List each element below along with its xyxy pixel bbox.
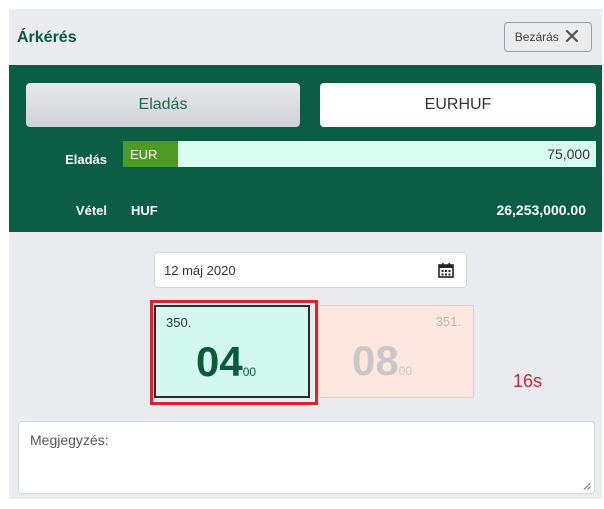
buy-label: Vétel xyxy=(75,203,107,218)
close-button[interactable]: Bezárás ✕ xyxy=(504,22,592,52)
note-placeholder: Megjegyzés: xyxy=(30,432,109,448)
sell-amount-input[interactable]: 75,000 xyxy=(178,141,596,167)
buy-big-figure: 351. xyxy=(435,314,461,329)
calendar-icon[interactable] xyxy=(438,263,454,278)
buy-amount: 26,253,000.00 xyxy=(496,202,586,218)
buy-pips-value: 08 xyxy=(352,337,399,384)
direction-button[interactable]: Eladás xyxy=(26,83,300,127)
buy-currency: HUF xyxy=(131,203,158,218)
panel-header: Árkérés Bezárás ✕ xyxy=(9,9,602,65)
value-date: 12 máj 2020 xyxy=(164,262,236,278)
close-icon: ✕ xyxy=(562,24,582,49)
resize-grip-icon[interactable] xyxy=(583,482,591,490)
buy-pips: 0800 xyxy=(352,336,412,396)
quote-countdown: 16s xyxy=(513,371,543,391)
close-button-label: Bezárás xyxy=(514,30,559,44)
buy-pips-fraction: 00 xyxy=(398,364,413,378)
panel-title: Árkérés xyxy=(17,29,77,46)
note-textarea[interactable]: Megjegyzés: xyxy=(18,421,595,494)
selected-quote-highlight xyxy=(150,300,318,405)
price-request-panel: Árkérés Bezárás ✕ Eladás EURHUF Eladás E… xyxy=(9,9,602,499)
sell-label: Eladás xyxy=(65,152,107,167)
value-date-picker[interactable]: 12 máj 2020 xyxy=(154,252,467,288)
currency-pair-button[interactable]: EURHUF xyxy=(320,83,596,127)
sell-currency-badge: EUR xyxy=(123,141,178,167)
buy-quote-tile[interactable]: 351. 0800 xyxy=(318,305,474,398)
